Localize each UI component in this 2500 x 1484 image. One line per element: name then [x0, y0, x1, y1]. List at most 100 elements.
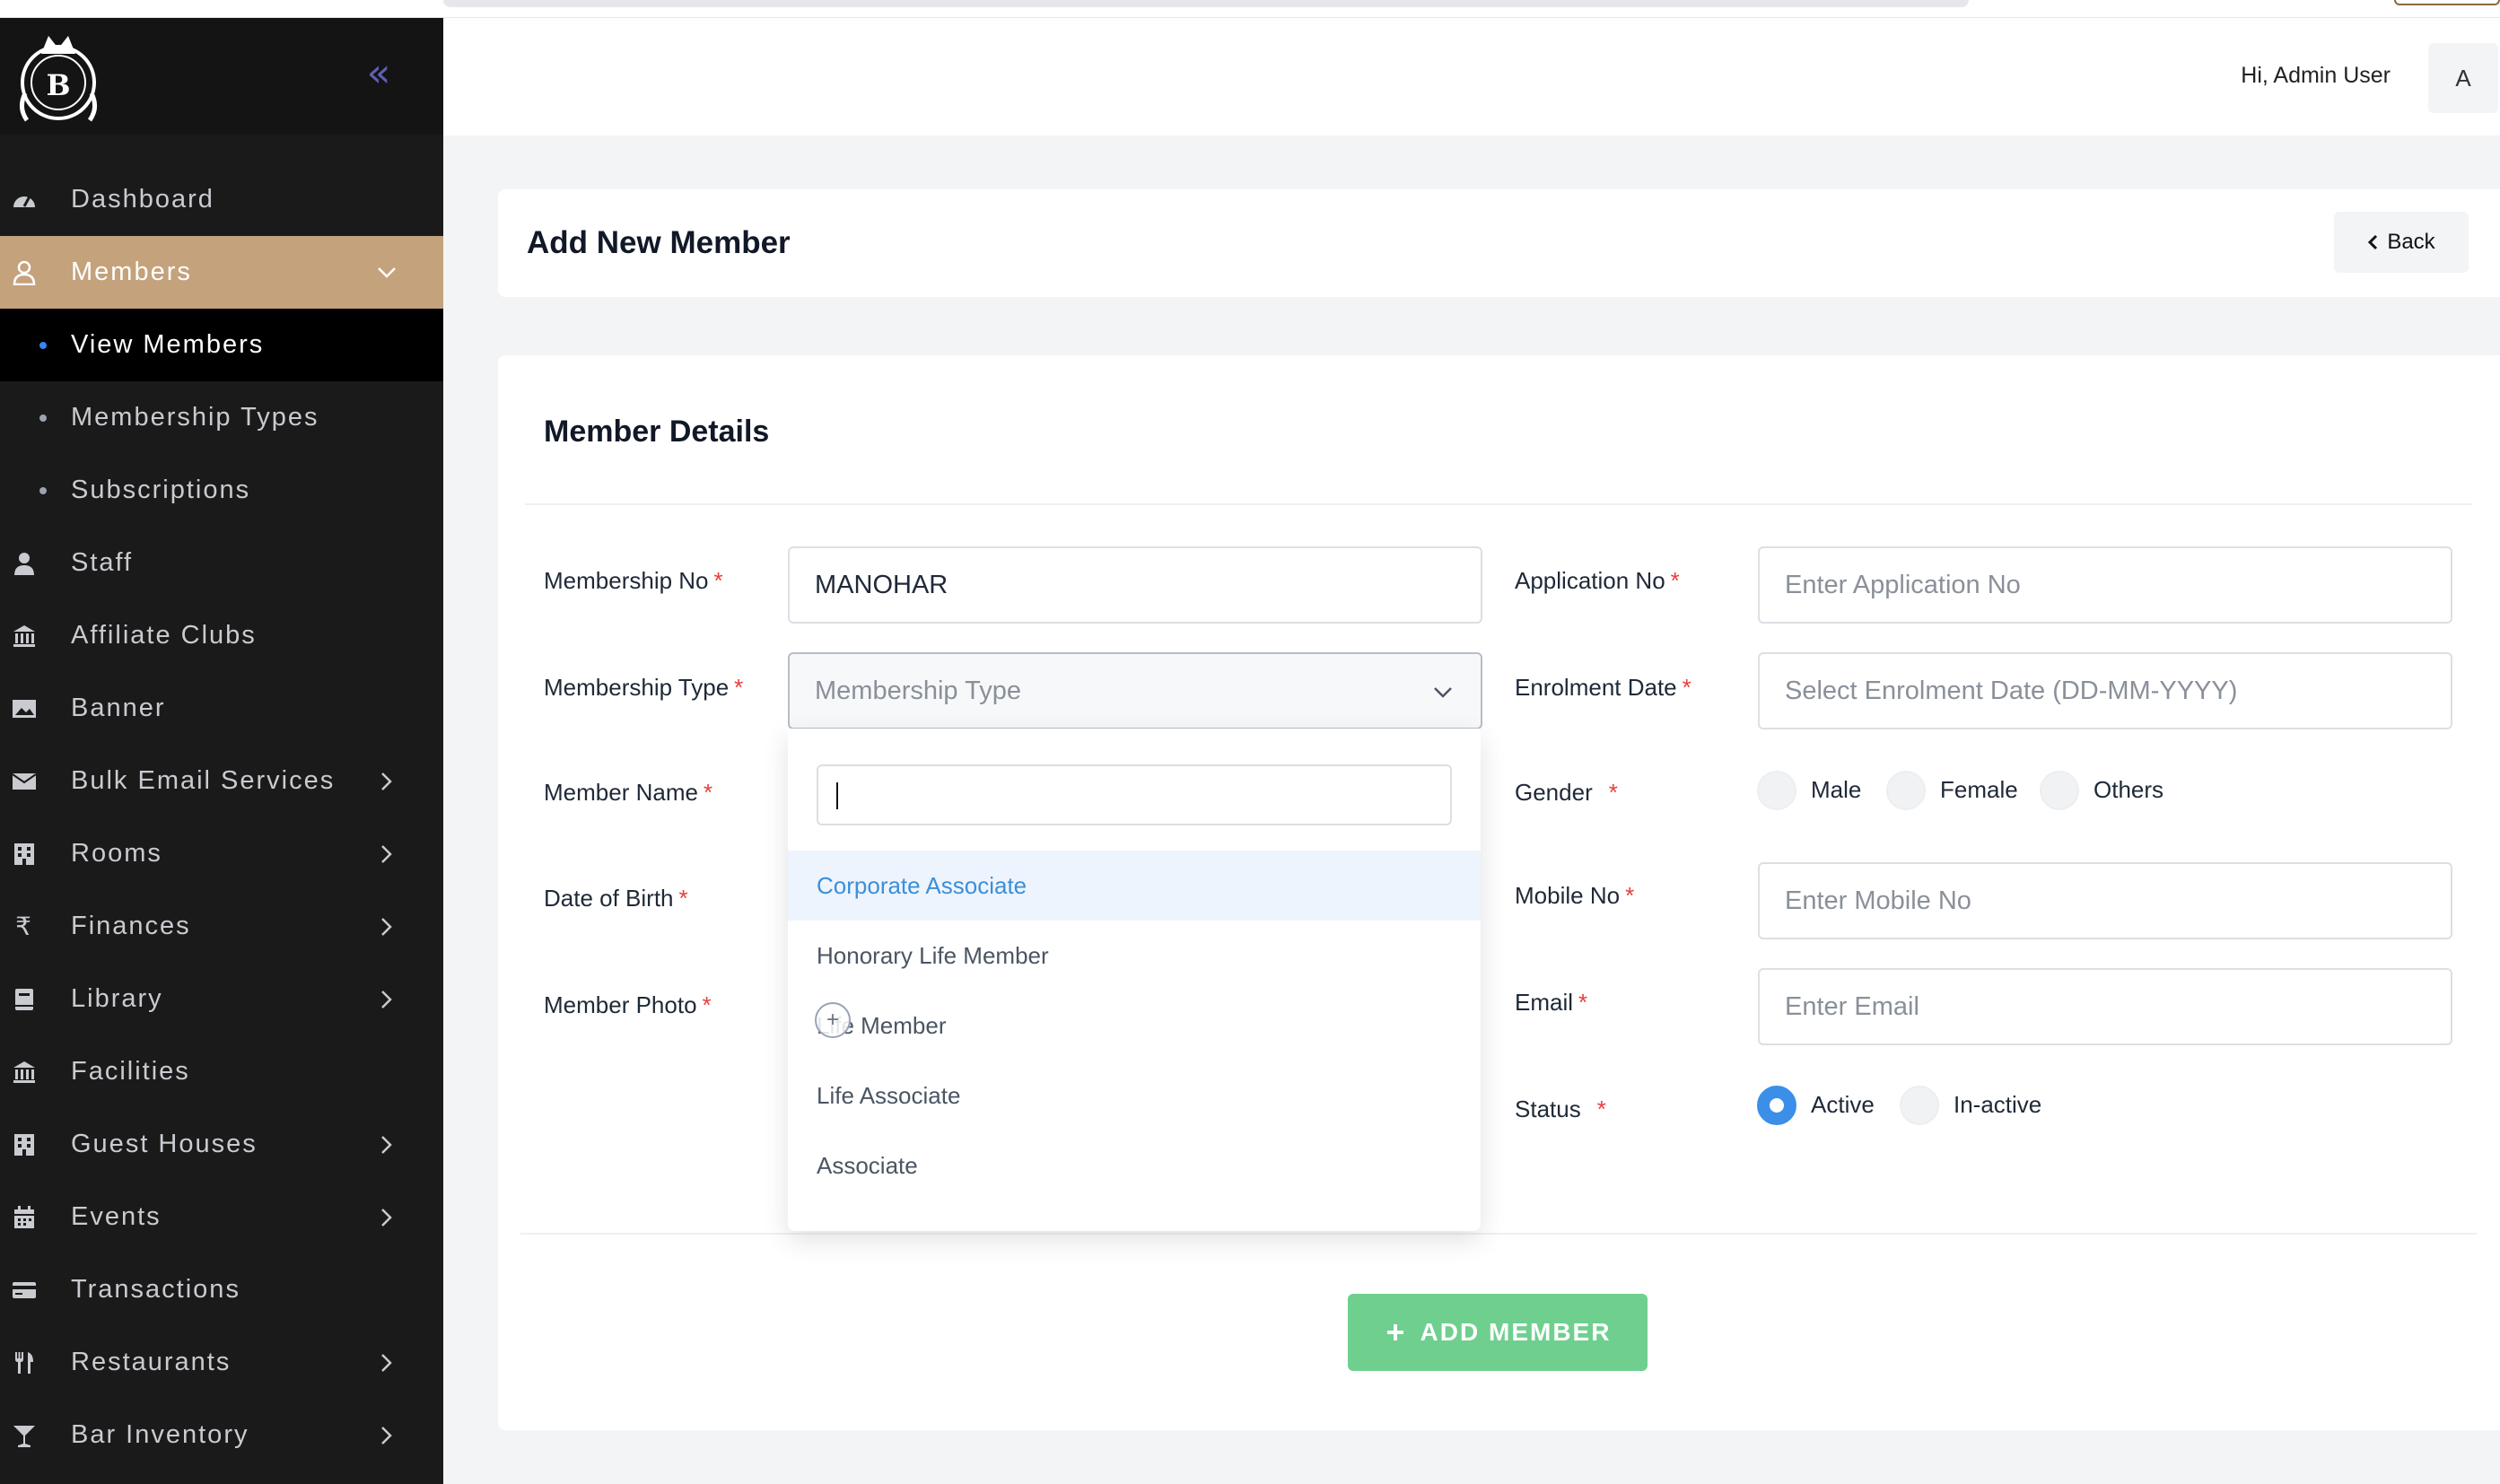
- sidebar-item-label: Restaurants: [71, 1348, 232, 1376]
- sidebar-item-subscriptions[interactable]: Subscriptions: [0, 454, 443, 527]
- add-member-label: ADD MEMBER: [1420, 1318, 1612, 1346]
- section-title: Member Details: [544, 415, 770, 449]
- membership-no-label: Membership No *: [544, 567, 723, 594]
- user-greeting: Hi, Admin User: [2241, 63, 2391, 88]
- dropdown-search-input[interactable]: [817, 764, 1452, 825]
- enrolment-date-input[interactable]: Select Enrolment Date (DD-MM-YYYY): [1758, 652, 2452, 729]
- sidebar-item-restaurants[interactable]: Restaurants: [0, 1326, 443, 1399]
- scroll-track: [443, 0, 1969, 7]
- sidebar-item-bulk-email-services[interactable]: Bulk Email Services: [0, 745, 443, 817]
- avatar[interactable]: A: [2428, 43, 2498, 113]
- sidebar-item-label: Banner: [71, 694, 166, 722]
- add-member-button[interactable]: ADD MEMBER: [1348, 1294, 1648, 1371]
- status-inactive-radio[interactable]: [1900, 1086, 1939, 1125]
- bullet-icon: [39, 341, 47, 349]
- membership-type-select[interactable]: Membership Type: [788, 652, 1482, 729]
- sidebar-item-dashboard[interactable]: Dashboard: [0, 163, 443, 236]
- gender-female-radio[interactable]: [1886, 771, 1926, 810]
- back-button-label: Back: [2387, 230, 2435, 254]
- dashboard-icon: [11, 187, 38, 214]
- member-name-label: Member Name *: [544, 779, 713, 806]
- option-life-associate[interactable]: Life Associate: [788, 1061, 1481, 1130]
- sidebar-item-label: Bar Inventory: [71, 1420, 249, 1449]
- sidebar-item-transactions[interactable]: Transactions: [0, 1253, 443, 1326]
- gender-male-radio[interactable]: [1757, 771, 1796, 810]
- section-divider: [525, 503, 2472, 505]
- sidebar-item-guest-houses[interactable]: Guest Houses: [0, 1108, 443, 1181]
- membership-no-input[interactable]: MANOHAR: [788, 546, 1482, 624]
- sidebar-brand: B «: [0, 18, 443, 135]
- sidebar-item-label: View Members: [71, 330, 265, 359]
- sidebar-item-view-members[interactable]: View Members: [0, 309, 443, 381]
- back-button[interactable]: Back: [2334, 212, 2469, 273]
- option-corporate-associate[interactable]: Corporate Associate: [788, 851, 1481, 921]
- collapse-sidebar-icon[interactable]: «: [359, 54, 398, 95]
- sidebar-item-label: Events: [71, 1202, 162, 1231]
- top-right-tab: [2394, 0, 2500, 5]
- sidebar-item-library[interactable]: Library: [0, 963, 443, 1035]
- membership-type-label: Membership Type *: [544, 674, 744, 701]
- sidebar-item-label: Bulk Email Services: [71, 766, 336, 795]
- membership-type-dropdown: Corporate Associate Honorary Life Member…: [788, 729, 1481, 1231]
- chevron-right-icon: [375, 1206, 398, 1229]
- user-icon: [11, 259, 38, 286]
- text-cursor: [836, 782, 838, 809]
- status-label: Status *: [1515, 1096, 1606, 1122]
- enrolment-date-label: Enrolment Date *: [1515, 674, 1691, 701]
- sidebar-item-label: Staff: [71, 548, 134, 577]
- sidebar-item-label: Members: [71, 258, 192, 286]
- sidebar-item-label: Facilities: [71, 1057, 190, 1086]
- chevron-right-icon: [375, 842, 398, 866]
- rupee-icon: ₹: [15, 912, 33, 941]
- chevron-right-icon: [375, 770, 398, 793]
- browser-top-strip: [0, 0, 2500, 18]
- sidebar-item-label: Affiliate Clubs: [71, 621, 257, 650]
- gender-male-label: Male: [1811, 776, 1862, 803]
- sidebar-item-affiliate-clubs[interactable]: Affiliate Clubs: [0, 599, 443, 672]
- sidebar-item-members[interactable]: Members: [0, 236, 443, 309]
- calendar-icon: [11, 1204, 38, 1231]
- building-icon: [11, 1131, 38, 1158]
- bullet-icon: [39, 414, 47, 422]
- bullet-icon: [39, 486, 47, 494]
- sidebar-item-rooms[interactable]: Rooms: [0, 817, 443, 890]
- gender-others-label: Others: [2094, 776, 2164, 803]
- club-logo: B: [20, 36, 97, 122]
- gender-female-label: Female: [1940, 776, 2018, 803]
- sidebar-item-finances[interactable]: ₹ Finances: [0, 890, 443, 963]
- status-active-radio[interactable]: [1757, 1086, 1796, 1125]
- gender-label: Gender *: [1515, 779, 1618, 806]
- chevron-right-icon: [375, 1133, 398, 1157]
- option-honorary-life-member[interactable]: Honorary Life Member: [788, 921, 1481, 991]
- option-life-member[interactable]: Life Member: [788, 991, 1481, 1061]
- application-no-label: Application No *: [1515, 567, 1680, 594]
- sidebar-item-membership-types[interactable]: Membership Types: [0, 381, 443, 454]
- sidebar-item-events[interactable]: Events: [0, 1181, 443, 1253]
- sidebar-item-label: Membership Types: [71, 403, 319, 432]
- application-no-input[interactable]: Enter Application No: [1758, 546, 2452, 624]
- gender-others-radio[interactable]: [2040, 771, 2079, 810]
- building-icon: [11, 841, 38, 868]
- mobile-no-input[interactable]: Enter Mobile No: [1758, 862, 2452, 939]
- plus-icon: [1386, 1324, 1403, 1340]
- mobile-no-label: Mobile No *: [1515, 882, 1635, 909]
- mouse-cursor-icon: +: [815, 1002, 851, 1038]
- image-icon: [11, 695, 38, 722]
- sidebar-item-label: Library: [71, 984, 163, 1013]
- book-icon: [11, 986, 38, 1013]
- sidebar-item-label: Transactions: [71, 1275, 240, 1304]
- envelope-icon: [11, 768, 38, 795]
- bank-icon: [11, 623, 38, 650]
- sidebar-item-label: Dashboard: [71, 185, 214, 214]
- option-associate[interactable]: Associate: [788, 1130, 1481, 1200]
- chevron-down-icon: [1434, 687, 1452, 698]
- page-header-card: Add New Member Back: [498, 189, 2500, 297]
- email-input[interactable]: Enter Email: [1758, 968, 2452, 1045]
- status-inactive-label: In-active: [1954, 1091, 2042, 1118]
- date-of-birth-label: Date of Birth *: [544, 885, 688, 912]
- sidebar-item-facilities[interactable]: Facilities: [0, 1035, 443, 1108]
- chevron-right-icon: [375, 1424, 398, 1447]
- sidebar-item-banner[interactable]: Banner: [0, 672, 443, 745]
- sidebar-item-staff[interactable]: Staff: [0, 527, 443, 599]
- sidebar-item-bar-inventory[interactable]: Bar Inventory: [0, 1399, 443, 1471]
